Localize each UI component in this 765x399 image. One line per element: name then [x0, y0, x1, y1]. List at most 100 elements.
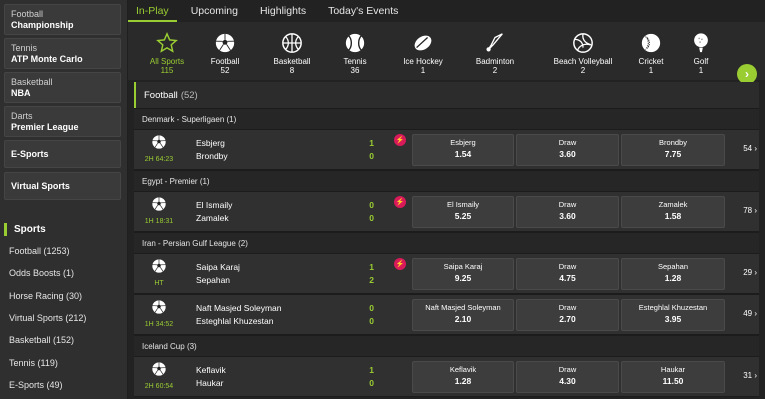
odds-home-button[interactable]: Keflavik 1.28 [412, 361, 514, 393]
home-team: Naft Masjed Soleyman [196, 303, 282, 313]
football-icon [190, 32, 260, 54]
more-markets-link[interactable]: 54 › [743, 144, 757, 153]
filter-count: 2 [492, 66, 498, 75]
odds-value: 5.25 [454, 211, 472, 221]
sport-link-esports[interactable]: E-Sports (49) [0, 374, 128, 396]
away-score: 0 [369, 378, 374, 388]
card-sport: Darts [11, 110, 33, 121]
away-score: 2 [369, 275, 374, 285]
odds-home-button[interactable]: El Ismaily 5.25 [412, 196, 514, 228]
filter-football[interactable]: Football 52 [190, 32, 260, 75]
odds-away-button[interactable]: Esteghlal Khuzestan 3.95 [621, 299, 725, 331]
filter-tennis[interactable]: Tennis 36 [320, 32, 390, 75]
odds-value: 1.58 [664, 211, 682, 221]
match-time: 1H 18:31 [144, 218, 174, 225]
sidebar-card-darts-premier[interactable]: Darts Premier League [4, 106, 121, 137]
tab-upcoming[interactable]: Upcoming [191, 0, 238, 22]
match-time: 2H 64:23 [144, 156, 174, 163]
filter-beach-volleyball[interactable]: Beach Volleyball 2 [540, 32, 626, 75]
more-count: 29 [743, 268, 753, 277]
filter-basketball[interactable]: Basketball 8 [257, 32, 327, 75]
odds-label: Sepahan [657, 262, 689, 271]
away-score: 0 [369, 151, 374, 161]
league-count: (1) [226, 114, 237, 124]
league-name: Iceland Cup [142, 341, 185, 351]
sport-link-odds-boosts[interactable]: Odds Boosts (1) [0, 262, 128, 284]
odds-draw-button[interactable]: Draw 4.75 [516, 258, 619, 290]
away-team: Sepahan [196, 275, 231, 285]
match-row[interactable]: HT Saipa Karaj Sepahan 1 2 ⚡ Saipa Karaj… [134, 253, 759, 294]
sports-title: Sports [14, 223, 46, 235]
section-header-football[interactable]: Football (52) [134, 82, 759, 108]
filter-badminton[interactable]: Badminton 2 [460, 32, 530, 75]
football-icon [152, 259, 166, 273]
filter-ice-hockey[interactable]: Ice Hockey 1 [388, 32, 458, 75]
odds-away-button[interactable]: Haukar 11.50 [621, 361, 725, 393]
sidebar-card-basketball-nba[interactable]: Basketball NBA [4, 72, 121, 103]
sidebar-card-esports[interactable]: E-Sports [4, 140, 121, 168]
home-score: 1 [369, 262, 374, 272]
odds-label: Saipa Karaj [443, 262, 483, 271]
odds-draw-button[interactable]: Draw 3.60 [516, 134, 619, 166]
tab-in-play[interactable]: In-Play [128, 0, 177, 22]
odds-label: Esbjerg [450, 138, 476, 147]
odds-draw-button[interactable]: Draw 4.30 [516, 361, 619, 393]
card-competition: E-Sports [11, 148, 49, 159]
league-header[interactable]: Iceland Cup (3) [134, 335, 759, 356]
live-stream-icon[interactable]: ⚡ [394, 134, 406, 146]
sport-link-virtual-sports[interactable]: Virtual Sports (212) [0, 307, 128, 329]
odds-draw-button[interactable]: Draw 3.60 [516, 196, 619, 228]
sidebar-card-football-championship[interactable]: Football Championship [4, 4, 121, 35]
filter-count: 52 [220, 66, 230, 75]
scores: 0 0 [364, 199, 374, 225]
more-count: 78 [743, 206, 753, 215]
league-count: (3) [186, 341, 197, 351]
section-count: (52) [180, 89, 198, 101]
home-team: Esbjerg [196, 138, 225, 148]
odds-value: 9.25 [454, 273, 472, 283]
league-header[interactable]: Egypt - Premier (1) [134, 170, 759, 191]
tab-todays-events[interactable]: Today's Events [328, 0, 398, 22]
sidebar-card-virtual-sports[interactable]: Virtual Sports [4, 172, 121, 200]
match-row[interactable]: 2H 64:23 Esbjerg Brondby 1 0 ⚡ Esbjerg 1… [134, 129, 759, 170]
sport-link-tennis[interactable]: Tennis (119) [0, 351, 128, 373]
odds-value: 1.28 [454, 376, 472, 386]
league-header[interactable]: Iran - Persian Gulf League (2) [134, 232, 759, 253]
match-row[interactable]: 2H 60:54 Keflavik Haukar 1 0 Keflavik 1.… [134, 356, 759, 397]
football-icon [152, 362, 166, 376]
more-markets-link[interactable]: 31 › [743, 371, 757, 380]
odds-home-button[interactable]: Saipa Karaj 9.25 [412, 258, 514, 290]
filter-count: 1 [420, 66, 426, 75]
odds-away-button[interactable]: Sepahan 1.28 [621, 258, 725, 290]
sport-link-basketball[interactable]: Basketball (152) [0, 329, 128, 351]
live-stream-icon[interactable]: ⚡ [394, 196, 406, 208]
sport-link-horse-racing[interactable]: Horse Racing (30) [0, 285, 128, 307]
odds-label: Haukar [660, 365, 686, 374]
more-markets-link[interactable]: 29 › [743, 268, 757, 277]
odds-home-button[interactable]: Naft Masjed Soleyman 2.10 [412, 299, 514, 331]
odds-value: 11.50 [662, 376, 684, 386]
match-row[interactable]: 1H 34:52 Naft Masjed Soleyman Esteghlal … [134, 294, 759, 335]
live-stream-icon[interactable]: ⚡ [394, 258, 406, 270]
odds-value: 7.75 [664, 149, 682, 159]
match-row[interactable]: 1H 18:31 El Ismaily Zamalek 0 0 ⚡ El Ism… [134, 191, 759, 232]
league-header[interactable]: Denmark - Superligaen (1) [134, 108, 759, 129]
filter-golf[interactable]: Golf 1 [666, 32, 736, 75]
tab-highlights[interactable]: Highlights [260, 0, 306, 22]
odds-home-button[interactable]: Esbjerg 1.54 [412, 134, 514, 166]
basketball-icon [257, 32, 327, 54]
sport-link-football[interactable]: Football (1253) [0, 240, 128, 262]
filter-label: Badminton [475, 57, 515, 66]
sidebar-card-tennis-atp[interactable]: Tennis ATP Monte Carlo [4, 38, 121, 69]
odds-label: Keflavik [449, 365, 477, 374]
card-competition: Virtual Sports [11, 180, 70, 191]
more-count: 54 [743, 144, 753, 153]
odds-value: 1.28 [664, 273, 682, 283]
odds-value: 2.10 [454, 314, 472, 324]
odds-away-button[interactable]: Brondby 7.75 [621, 134, 725, 166]
odds-draw-button[interactable]: Draw 2.70 [516, 299, 619, 331]
more-markets-link[interactable]: 78 › [743, 206, 757, 215]
football-icon [152, 197, 166, 211]
more-markets-link[interactable]: 49 › [743, 309, 757, 318]
odds-away-button[interactable]: Zamalek 1.58 [621, 196, 725, 228]
